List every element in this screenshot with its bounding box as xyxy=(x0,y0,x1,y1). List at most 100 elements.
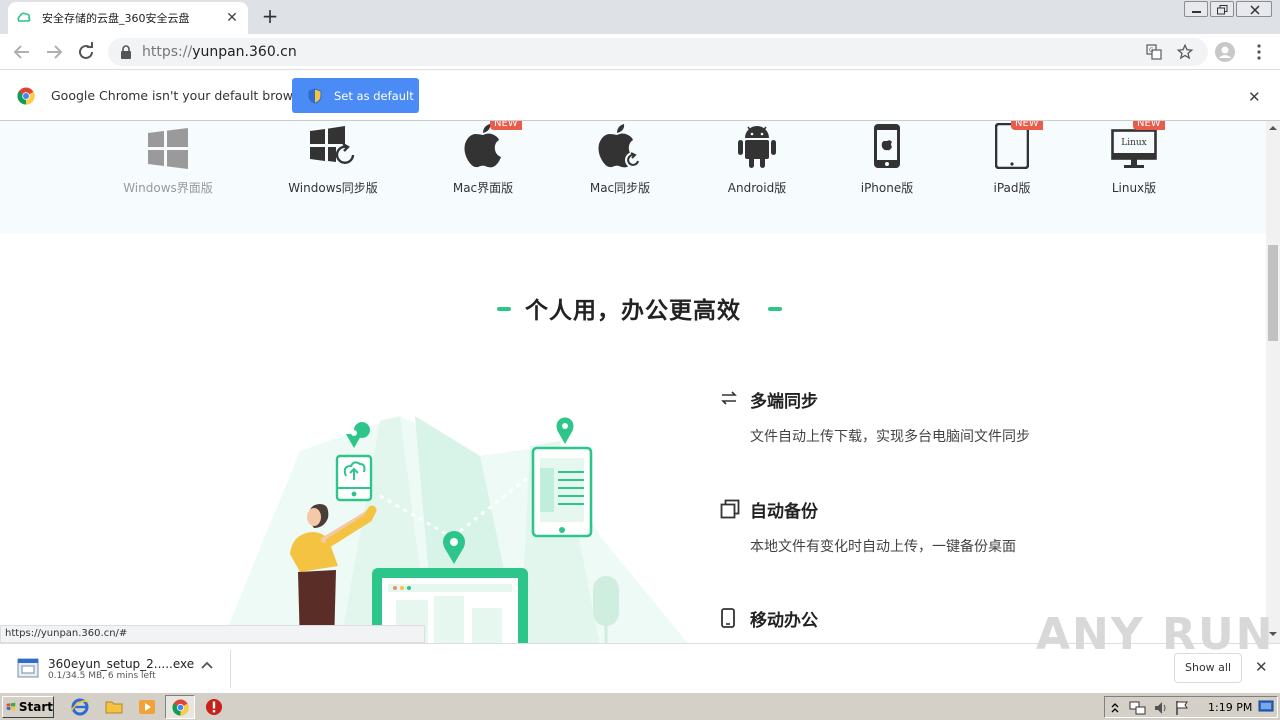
apple-sync-icon xyxy=(598,124,641,168)
platform-mac-sync[interactable]: Mac同步版 xyxy=(565,121,675,196)
taskbar-chrome-button[interactable] xyxy=(165,695,195,719)
feature-auto-backup: 自动备份 本地文件有变化时自动上传，一键备份桌面 xyxy=(720,497,1016,556)
platform-label: Android版 xyxy=(727,181,787,195)
title-dash-right xyxy=(768,307,782,311)
url-host: yunpan.360.cn xyxy=(192,44,297,60)
profile-avatar-icon[interactable] xyxy=(1214,41,1236,63)
minimize-button[interactable] xyxy=(1184,1,1208,17)
new-badge: NEW xyxy=(490,121,522,130)
feature-desc: 本地文件有变化时自动上传，一键备份桌面 xyxy=(750,539,1016,555)
chrome-logo-icon xyxy=(172,699,189,716)
download-separator xyxy=(230,650,231,688)
platform-label: iPhone版 xyxy=(860,181,914,195)
start-button[interactable]: Start xyxy=(2,696,54,718)
new-tab-button[interactable]: + xyxy=(258,4,282,28)
set-as-default-label: Set as default xyxy=(334,88,414,103)
platform-windows-ui[interactable]: Windows界面版 xyxy=(113,121,223,196)
iphone-icon xyxy=(874,124,900,168)
stop-sign-icon[interactable] xyxy=(204,697,224,717)
windows-logo-icon xyxy=(148,128,188,169)
bookmark-star-icon[interactable] xyxy=(1176,43,1194,61)
tab-strip: 安全存储的云盘_360安全云盘 ✕ + xyxy=(0,0,1280,34)
set-as-default-button[interactable]: Set as default xyxy=(292,78,419,113)
chevron-up-icon[interactable] xyxy=(200,660,214,670)
start-label: Start xyxy=(18,700,53,714)
url-scheme: https:// xyxy=(142,44,193,60)
download-shelf-close-icon[interactable]: ✕ xyxy=(1255,658,1268,676)
address-bar[interactable]: https://yunpan.360.cn G xyxy=(108,38,1208,66)
360-cloud-icon xyxy=(17,12,31,22)
platform-ipad[interactable]: NEW iPad版 xyxy=(957,121,1067,196)
sync-arrows-icon xyxy=(721,391,737,405)
new-badge: NEW xyxy=(1133,121,1165,130)
windows-taskbar: Start 1:19 PM xyxy=(0,692,1280,720)
page-content: Windows界面版 Windows同步版 NEW Mac界面版 Mac同步版 … xyxy=(0,121,1266,643)
browser-toolbar: https://yunpan.360.cn G xyxy=(0,34,1280,70)
linux-monitor-icon: Linux xyxy=(1111,129,1157,168)
tray-expand-icon[interactable] xyxy=(1111,702,1119,714)
feature-multi-sync: 多端同步 文件自动上传下载，实现多台电脑间文件同步 xyxy=(720,387,1030,446)
back-arrow-icon[interactable] xyxy=(10,40,34,64)
feature-title: 多端同步 xyxy=(750,392,818,412)
restore-icon xyxy=(1217,5,1228,15)
forward-arrow-icon[interactable] xyxy=(42,40,66,64)
android-logo-icon xyxy=(738,126,776,168)
shield-icon xyxy=(308,87,322,104)
default-browser-infobar: Google Chrome isn't your default browser… xyxy=(0,71,1280,121)
lock-icon xyxy=(121,45,131,59)
platform-label: Windows界面版 xyxy=(123,181,213,195)
platform-label: Windows同步版 xyxy=(288,181,378,195)
download-filename[interactable]: 360eyun_setup_2.....exe xyxy=(48,657,194,671)
close-window-button[interactable] xyxy=(1236,1,1272,17)
translate-icon[interactable]: G xyxy=(1146,44,1162,60)
copy-icon xyxy=(720,499,740,519)
menu-dots-icon[interactable] xyxy=(1250,43,1268,61)
platform-download-strip: Windows界面版 Windows同步版 NEW Mac界面版 Mac同步版 … xyxy=(0,121,1266,234)
scroll-up-icon[interactable] xyxy=(1269,125,1277,131)
network-icon[interactable] xyxy=(1129,700,1147,716)
platform-iphone[interactable]: iPhone版 xyxy=(832,121,942,196)
page-scrollbar[interactable] xyxy=(1266,121,1280,643)
volume-icon[interactable] xyxy=(1153,700,1169,716)
notification-icon[interactable] xyxy=(1258,700,1274,714)
platform-label: iPad版 xyxy=(993,181,1031,195)
feature-desc: 文件自动上传下载，实现多台电脑间文件同步 xyxy=(750,429,1030,445)
infobar-close-icon[interactable]: ✕ xyxy=(1248,88,1261,106)
windows-sync-icon xyxy=(310,126,355,164)
status-url-bubble: https://yunpan.360.cn/# xyxy=(0,625,425,643)
platform-windows-sync[interactable]: Windows同步版 xyxy=(278,121,388,196)
media-player-icon[interactable] xyxy=(137,697,157,717)
show-all-button[interactable]: Show all xyxy=(1174,653,1242,683)
download-status: 0.1/34.5 MB, 6 mins left xyxy=(48,671,156,681)
reload-icon[interactable] xyxy=(74,40,98,64)
mobile-phone-icon xyxy=(721,608,735,628)
platform-android[interactable]: Android版 xyxy=(702,121,812,196)
infobar-message: Google Chrome isn't your default browser xyxy=(51,88,313,103)
minimize-icon xyxy=(1192,11,1201,13)
new-badge: NEW xyxy=(1011,121,1043,130)
section-title: 个人用，办公更高效 xyxy=(525,298,741,324)
close-icon xyxy=(1250,5,1260,15)
explorer-folder-icon[interactable] xyxy=(104,697,124,717)
platform-label: Mac界面版 xyxy=(452,181,514,195)
url-text: https://yunpan.360.cn xyxy=(142,44,297,60)
taskbar-clock: 1:19 PM xyxy=(1208,701,1253,714)
platform-linux[interactable]: Linux NEW Linux版 xyxy=(1079,121,1189,196)
flag-icon[interactable] xyxy=(1175,700,1189,716)
scroll-thumb[interactable] xyxy=(1268,245,1278,341)
feature-mobile-office: 移动办公 xyxy=(720,606,818,643)
browser-tab[interactable]: 安全存储的云盘_360安全云盘 ✕ xyxy=(8,2,248,34)
exe-file-icon xyxy=(17,658,39,678)
restore-button[interactable] xyxy=(1210,1,1234,17)
platform-mac-ui[interactable]: NEW Mac界面版 xyxy=(428,121,538,196)
chrome-logo-icon xyxy=(17,87,35,105)
download-shelf: 360eyun_setup_2.....exe 0.1/34.5 MB, 6 m… xyxy=(0,609,1280,692)
tab-close-icon[interactable]: ✕ xyxy=(224,10,240,26)
windows-flag-icon xyxy=(6,702,16,711)
linux-icon-text: Linux xyxy=(1121,138,1147,148)
sync-illustration xyxy=(221,416,688,643)
tab-title: 安全存储的云盘_360安全云盘 xyxy=(42,12,190,25)
ie-icon[interactable] xyxy=(70,697,90,717)
feature-title: 自动备份 xyxy=(750,502,818,522)
feature-title: 移动办公 xyxy=(750,611,818,631)
